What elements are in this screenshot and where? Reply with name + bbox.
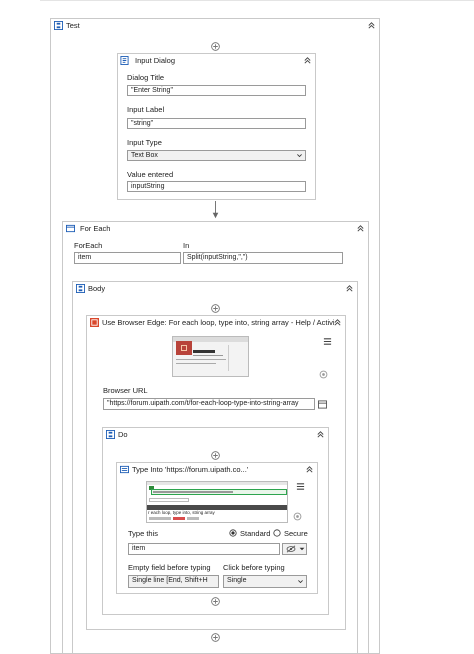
- browser-icon: [90, 318, 99, 327]
- radio-standard-label: Standard: [240, 529, 271, 538]
- radio-secure-label: Secure: [284, 529, 308, 538]
- do-header: Do: [103, 428, 328, 441]
- collapse-icon[interactable]: [367, 21, 376, 30]
- chevron-down-icon: [297, 154, 302, 158]
- type-into-header: Type Into 'https://forum.uipath.co...': [117, 463, 317, 476]
- value-entered-label: Value entered: [127, 170, 174, 179]
- arrow-down-icon: [212, 212, 219, 219]
- dialog-title-label: Dialog Title: [127, 73, 165, 82]
- empty-field-label: Empty field before typing: [128, 563, 211, 572]
- browser-screenshot-thumbnail: [172, 336, 249, 377]
- chevron-down-icon: [298, 580, 303, 584]
- sequence-header: Test: [51, 19, 379, 32]
- type-this-field[interactable]: item: [128, 543, 280, 555]
- add-activity-icon[interactable]: [211, 451, 220, 460]
- collapse-icon[interactable]: [316, 430, 325, 439]
- menu-icon[interactable]: [323, 337, 332, 346]
- menu-icon[interactable]: [296, 482, 305, 491]
- input-type-value: Text Box: [131, 152, 158, 159]
- add-activity-icon[interactable]: [211, 597, 220, 606]
- keyboard-icon: [120, 465, 129, 474]
- type-into-activity[interactable]: Type Into 'https://forum.uipath.co...' r…: [116, 462, 318, 594]
- browser-window-icon[interactable]: [318, 400, 327, 409]
- click-before-label: Click before typing: [223, 563, 285, 572]
- value-entered-field[interactable]: inputString: [127, 181, 306, 192]
- empty-field-value: Single line [End, Shift+H: [132, 577, 208, 584]
- add-activity-icon[interactable]: [211, 633, 220, 642]
- thumbnail-caption: r each loop, type into, string array: [148, 510, 215, 515]
- chevron-down-icon: [299, 547, 305, 551]
- input-type-label: Input Type: [127, 138, 162, 147]
- sequence-icon: [54, 21, 63, 30]
- input-dialog-title: Input Dialog: [135, 56, 176, 65]
- for-each-title: For Each: [80, 224, 111, 233]
- body-title: Body: [88, 284, 106, 293]
- sequence-icon: [106, 430, 115, 439]
- input-label-field[interactable]: "string": [127, 118, 306, 129]
- click-before-select[interactable]: Single: [223, 575, 307, 588]
- top-divider: [40, 0, 474, 1]
- collapse-icon[interactable]: [345, 284, 354, 293]
- browser-url-label: Browser URL: [103, 386, 148, 395]
- dialog-title-field[interactable]: "Enter String": [127, 85, 306, 96]
- radio-standard-selected[interactable]: [229, 529, 237, 537]
- input-dialog-header: Input Dialog: [118, 54, 315, 67]
- radio-secure[interactable]: [273, 529, 281, 537]
- indicate-target-icon[interactable]: [319, 370, 328, 379]
- sequence-icon: [76, 284, 85, 293]
- collapse-icon[interactable]: [303, 56, 312, 65]
- input-label-label: Input Label: [127, 105, 165, 114]
- add-activity-icon[interactable]: [211, 304, 220, 313]
- add-activity-icon[interactable]: [211, 42, 220, 51]
- foreach-item-field[interactable]: item: [74, 252, 181, 264]
- browser-url-field[interactable]: "https://forum.uipath.com/t/for-each-loo…: [103, 398, 315, 410]
- type-this-label: Type this: [128, 529, 159, 538]
- input-type-select[interactable]: Text Box: [127, 150, 306, 161]
- body-header: Body: [73, 282, 357, 295]
- do-title: Do: [118, 430, 128, 439]
- use-browser-title: Use Browser Edge: For each loop, type in…: [102, 318, 334, 327]
- for-each-header: For Each: [63, 222, 368, 235]
- dialog-icon: [120, 56, 129, 65]
- collapse-icon[interactable]: [333, 318, 342, 327]
- collapse-icon[interactable]: [356, 224, 365, 233]
- input-dialog-activity[interactable]: Input Dialog Dialog Title "Enter String"…: [117, 53, 316, 200]
- click-before-value: Single: [227, 577, 247, 584]
- in-collection-field[interactable]: Split(inputString,","): [183, 252, 343, 264]
- sequence-title: Test: [66, 21, 80, 30]
- use-browser-header: Use Browser Edge: For each loop, type in…: [87, 316, 345, 329]
- collapse-icon[interactable]: [305, 465, 314, 474]
- type-into-screenshot-thumbnail: r each loop, type into, string array: [146, 481, 288, 523]
- indicate-target-icon[interactable]: [293, 512, 302, 521]
- in-label: In: [183, 241, 190, 250]
- foreach-label: ForEach: [74, 241, 103, 250]
- eye-off-icon: [286, 545, 296, 553]
- visibility-toggle[interactable]: [282, 543, 307, 555]
- loop-icon: [66, 224, 75, 233]
- type-into-title: Type Into 'https://forum.uipath.co...': [132, 465, 249, 474]
- empty-field-select[interactable]: Single line [End, Shift+H: [128, 575, 219, 588]
